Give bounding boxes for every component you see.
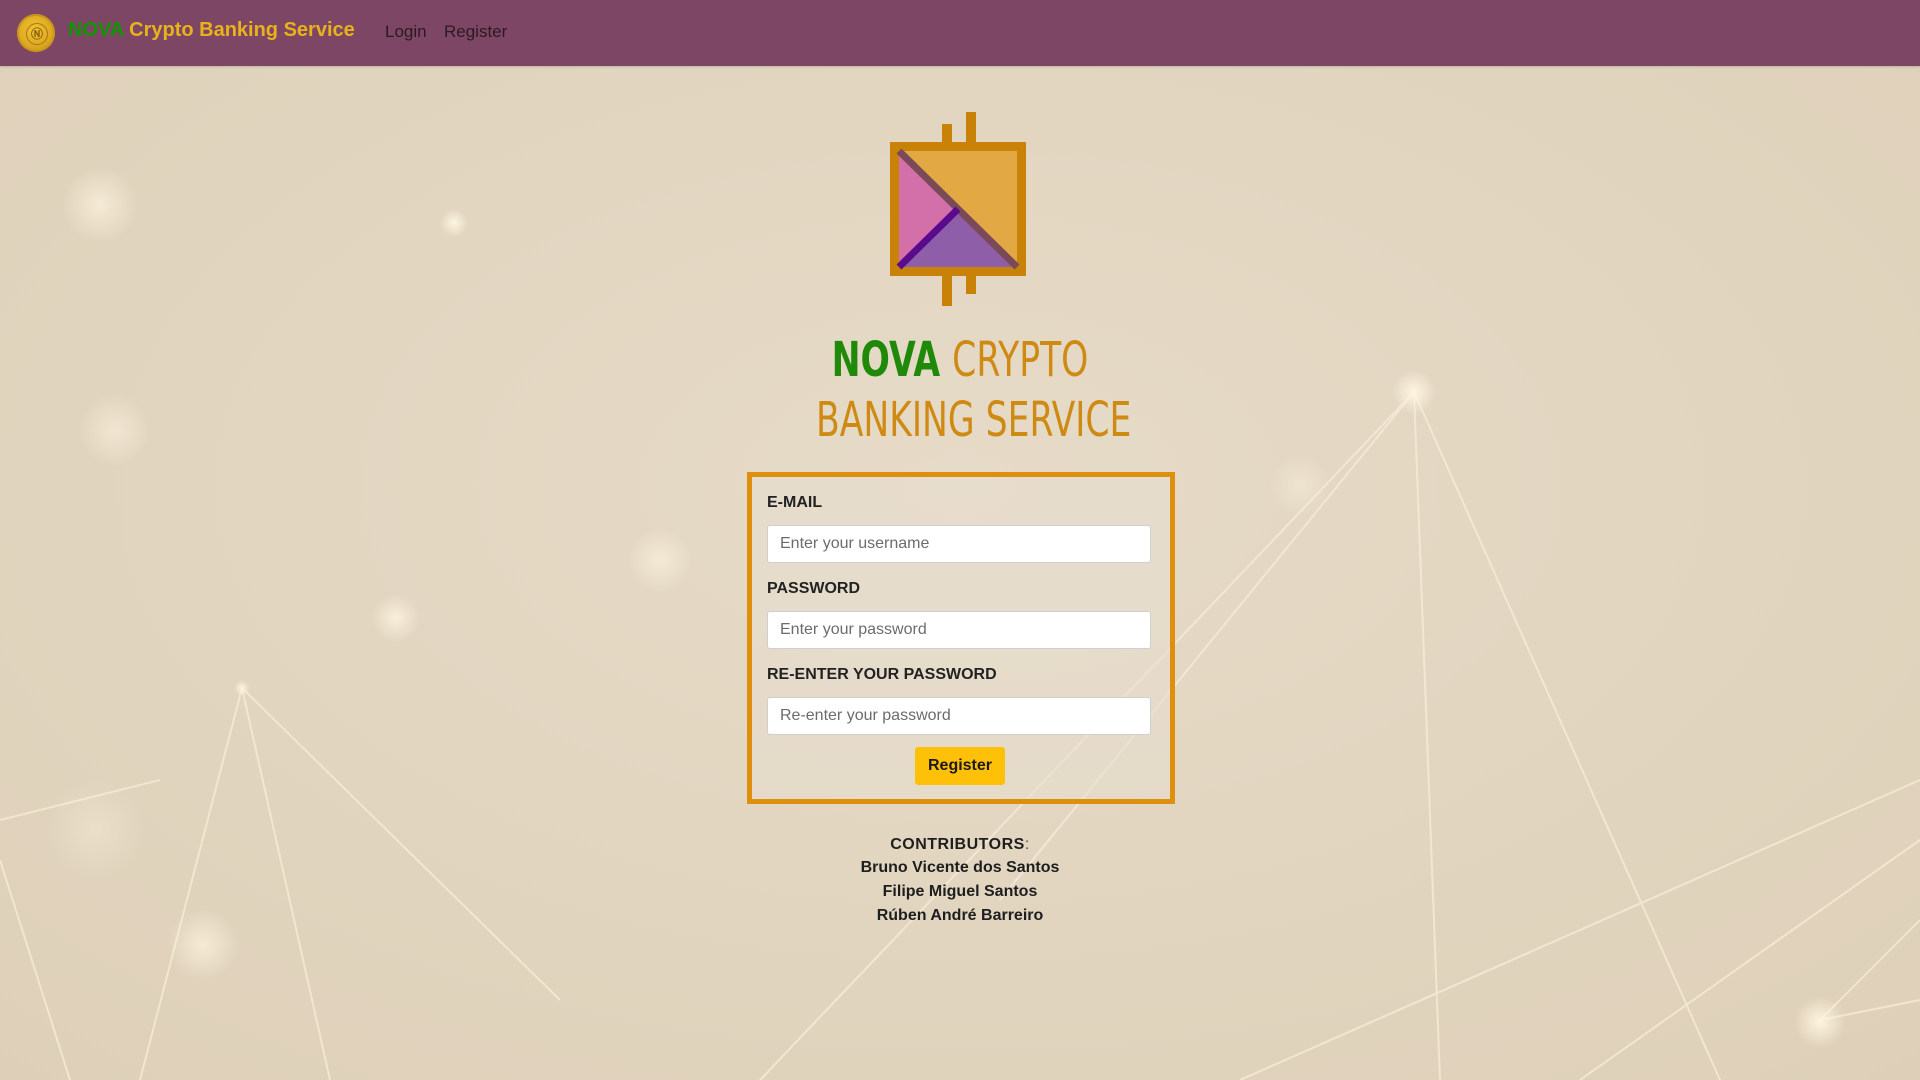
hero-title: NOVA CRYPTO BANKING SERVICE bbox=[816, 330, 1132, 450]
coin-icon[interactable]: Ⓝ bbox=[17, 14, 55, 52]
hero-title-nova: NOVA bbox=[831, 332, 941, 388]
email-field[interactable] bbox=[767, 525, 1151, 563]
register-form: E-MAIL PASSWORD RE-ENTER YOUR PASSWORD R… bbox=[747, 472, 1175, 804]
register-button[interactable]: Register bbox=[915, 747, 1005, 785]
repassword-label: RE-ENTER YOUR PASSWORD bbox=[767, 666, 997, 683]
contributor-name: Filipe Miguel Santos bbox=[882, 883, 1038, 900]
nav-login-link[interactable]: Login bbox=[385, 22, 427, 42]
nav-register-link[interactable]: Register bbox=[444, 22, 507, 42]
contributors-colon: : bbox=[1024, 836, 1030, 853]
contributors-heading: CONTRIBUTORS: bbox=[760, 834, 1160, 856]
repassword-field[interactable] bbox=[767, 697, 1151, 735]
password-field[interactable] bbox=[767, 611, 1151, 649]
contributors-section: CONTRIBUTORS: Bruno Vicente dos Santos F… bbox=[760, 834, 1160, 928]
hero-title-line2: BANKING SERVICE bbox=[816, 392, 1132, 448]
hero-title-crypto: CRYPTO bbox=[952, 332, 1089, 388]
password-label: PASSWORD bbox=[767, 580, 861, 597]
brand-title[interactable]: NOVA Crypto Banking Service bbox=[68, 19, 355, 42]
top-navbar: Ⓝ NOVA Crypto Banking Service Login Regi… bbox=[0, 0, 1920, 66]
brand-nova: NOVA bbox=[68, 19, 124, 41]
nova-crypto-logo bbox=[890, 112, 1026, 306]
brand-rest: Crypto Banking Service bbox=[129, 19, 355, 41]
contributor-name: Bruno Vicente dos Santos bbox=[860, 859, 1060, 876]
contributor-name: Rúben André Barreiro bbox=[876, 907, 1044, 924]
email-label: E-MAIL bbox=[767, 494, 823, 511]
contributors-heading-text: CONTRIBUTORS bbox=[890, 836, 1025, 853]
